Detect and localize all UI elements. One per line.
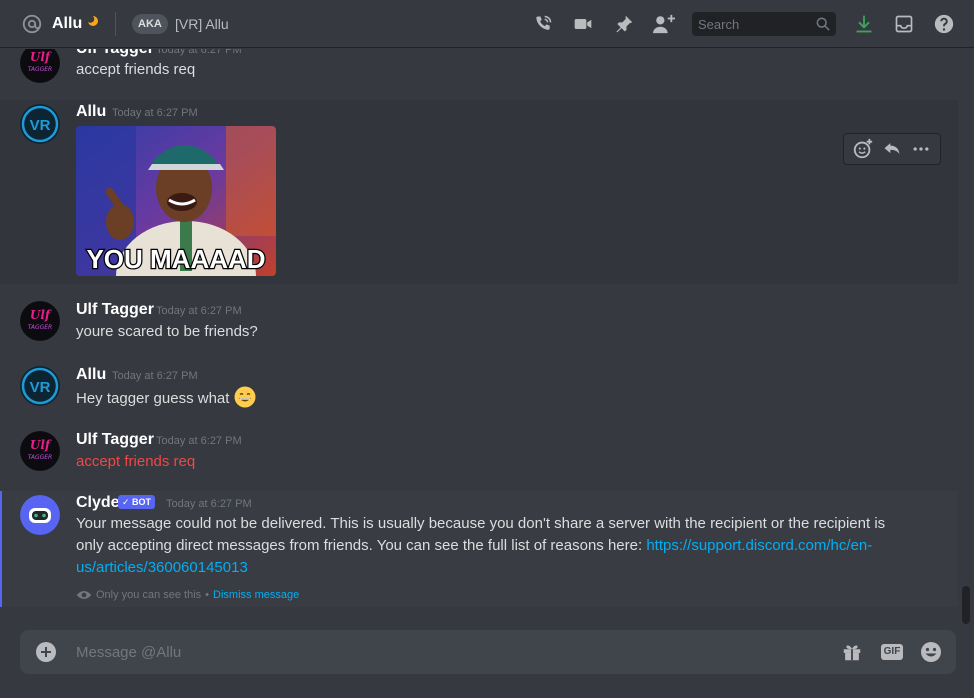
search-icon (816, 17, 830, 31)
timestamp: Today at 6:27 PM (156, 435, 242, 447)
clyde-system-message[interactable]: Clyde ✓ BOT Today at 6:27 PM Your messag… (0, 491, 958, 607)
message-list[interactable]: Ulf TAGGER Ulf Tagger Today at 6:27 PM ac… (0, 49, 958, 611)
svg-text:TAGGER: TAGGER (28, 66, 52, 73)
svg-text:Ulf: Ulf (30, 438, 52, 452)
search-box[interactable] (692, 12, 836, 36)
author-name[interactable]: Ulf Tagger (76, 430, 154, 450)
message-input[interactable] (76, 630, 816, 674)
add-reaction-icon[interactable] (850, 136, 876, 162)
message-actions-toolbar (843, 133, 941, 165)
author-name[interactable]: Allu (76, 102, 106, 122)
idle-moon-icon (88, 16, 98, 26)
pin-icon[interactable] (612, 12, 636, 36)
message-text: Hey tagger guess what (76, 386, 256, 410)
ulf-tagger-avatar-icon: Ulf TAGGER (20, 431, 60, 471)
failed-message-text: accept friends req (76, 453, 196, 470)
video-call-icon[interactable] (571, 12, 595, 36)
meme-caption: YOU MAAAAD (86, 244, 265, 274)
timestamp: Today at 6:27 PM (156, 305, 242, 317)
svg-text:VR: VR (30, 117, 51, 134)
only-you-text: Only you can see this (96, 589, 202, 601)
separator-dot: • (205, 589, 210, 601)
clyde-message-text: Your message could not be delivered. Thi… (76, 513, 896, 579)
ulf-tagger-avatar-icon: Ulf TAGGER (20, 49, 60, 83)
attach-plus-icon[interactable] (36, 642, 56, 662)
message[interactable]: UlfTAGGER Ulf Tagger Today at 6:27 PM ac… (0, 49, 958, 85)
svg-text:Ulf: Ulf (30, 50, 52, 64)
avatar[interactable]: VR (20, 366, 60, 406)
aka-badge: AKA (132, 14, 168, 34)
svg-text:TAGGER: TAGGER (28, 454, 52, 461)
aka-name: [VR] Allu (175, 16, 229, 32)
svg-text:VR: VR (30, 379, 51, 396)
author-name[interactable]: Clyde (76, 493, 120, 513)
header-divider (115, 12, 116, 36)
message-text-body: Hey tagger guess what (76, 390, 230, 407)
at-sign-icon (22, 14, 42, 34)
gif-attachment[interactable]: YOU MAAAAD (76, 126, 276, 276)
gift-icon[interactable] (840, 640, 864, 664)
message[interactable]: Ulf TAGGER Ulf Tagger Today at 6:27 PM yo… (0, 293, 958, 347)
avatar[interactable]: Ulf TAGGER (20, 431, 60, 471)
bot-tag: ✓ BOT (118, 495, 156, 509)
author-name[interactable]: Allu (76, 365, 106, 385)
avatar[interactable]: Ulf TAGGER (20, 49, 60, 83)
clyde-bot-avatar-icon (20, 495, 60, 535)
download-icon[interactable] (852, 12, 876, 36)
avatar[interactable]: VR (20, 104, 60, 144)
help-icon[interactable] (932, 12, 956, 36)
scrollbar-track[interactable] (958, 49, 974, 611)
add-friend-icon[interactable] (652, 12, 676, 36)
timestamp: Today at 6:27 PM (112, 370, 198, 382)
vr-avatar-icon: VR (20, 104, 60, 144)
message[interactable]: VR Allu Today at 6:27 PM YOU MAAAAD (0, 100, 958, 284)
search-input[interactable] (692, 12, 812, 36)
grinning-emoji-icon[interactable] (234, 386, 256, 408)
scrollbar-thumb[interactable] (962, 586, 970, 624)
avatar[interactable]: Ulf TAGGER (20, 301, 60, 341)
gif-picker-icon[interactable]: GIF (880, 640, 904, 664)
reply-icon[interactable] (879, 136, 905, 162)
emoji-picker-icon[interactable] (919, 640, 943, 664)
channel-header: Allu AKA [VR] Allu (0, 0, 974, 48)
avatar[interactable] (20, 495, 60, 535)
message-composer: GIF (20, 630, 956, 674)
svg-text:Ulf: Ulf (30, 308, 52, 322)
message[interactable]: Ulf TAGGER Ulf Tagger Today at 6:27 PM ac… (0, 423, 958, 479)
dm-title[interactable]: Allu (52, 13, 82, 35)
message-text: accept friends req (76, 61, 196, 78)
timestamp: Today at 6:27 PM (112, 107, 198, 119)
inbox-icon[interactable] (892, 12, 916, 36)
ulf-tagger-avatar-icon: Ulf TAGGER (20, 301, 60, 341)
meme-image: YOU MAAAAD (76, 126, 276, 276)
timestamp: Today at 6:27 PM (166, 498, 252, 510)
eye-icon (76, 591, 92, 599)
more-options-icon[interactable] (908, 136, 934, 162)
message[interactable]: VR Allu Today at 6:27 PM Hey tagger gues… (0, 358, 958, 414)
vr-avatar-icon: VR (20, 366, 60, 406)
author-name[interactable]: Ulf Tagger (76, 49, 154, 59)
ephemeral-notice: Only you can see this • Dismiss message (76, 587, 299, 603)
svg-text:TAGGER: TAGGER (28, 324, 52, 331)
author-name[interactable]: Ulf Tagger (76, 300, 154, 320)
message-text: youre scared to be friends? (76, 323, 258, 340)
voice-call-icon[interactable] (531, 12, 555, 36)
dismiss-message-link[interactable]: Dismiss message (213, 587, 299, 603)
